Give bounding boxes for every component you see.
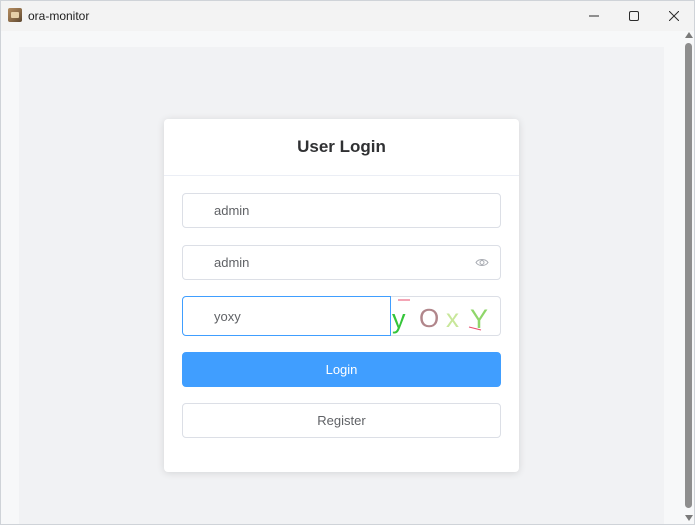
captcha-graphic: y O x Y	[392, 299, 488, 334]
window-title: ora-monitor	[28, 9, 90, 23]
maximize-button[interactable]	[614, 1, 654, 31]
login-title: User Login	[297, 137, 386, 156]
close-icon	[669, 11, 679, 21]
username-field[interactable]	[182, 193, 501, 228]
username-input[interactable]	[214, 194, 464, 227]
password-input[interactable]	[214, 246, 464, 279]
minimize-icon	[589, 15, 599, 17]
captcha-char-1: y	[392, 304, 406, 334]
captcha-field[interactable]	[182, 296, 391, 336]
scroll-thumb[interactable]	[685, 43, 692, 508]
captcha-input[interactable]	[214, 297, 384, 335]
captcha-char-4: Y	[470, 304, 488, 334]
maximize-icon	[629, 11, 639, 21]
scroll-up-arrow-icon[interactable]	[685, 32, 693, 38]
scroll-down-arrow-icon[interactable]	[685, 515, 693, 521]
captcha-char-2: O	[419, 303, 439, 333]
login-button[interactable]: Login	[182, 352, 501, 387]
app-icon	[8, 8, 22, 22]
captcha-char-3: x	[446, 303, 459, 333]
vertical-scrollbar[interactable]	[683, 31, 694, 524]
password-field[interactable]	[182, 245, 501, 280]
captcha-row: y O x Y	[182, 296, 501, 336]
app-window: ora-monitor User Login admin admin yoxy …	[0, 0, 695, 525]
title-bar[interactable]: ora-monitor	[1, 1, 694, 31]
minimize-button[interactable]	[574, 1, 614, 31]
eye-icon[interactable]	[475, 257, 489, 268]
captcha-image[interactable]: y O x Y	[391, 296, 501, 336]
close-button[interactable]	[654, 1, 694, 31]
register-button[interactable]: Register	[182, 403, 501, 438]
login-card-header: User Login	[164, 119, 519, 176]
login-card: User Login y O x Y	[164, 119, 519, 472]
